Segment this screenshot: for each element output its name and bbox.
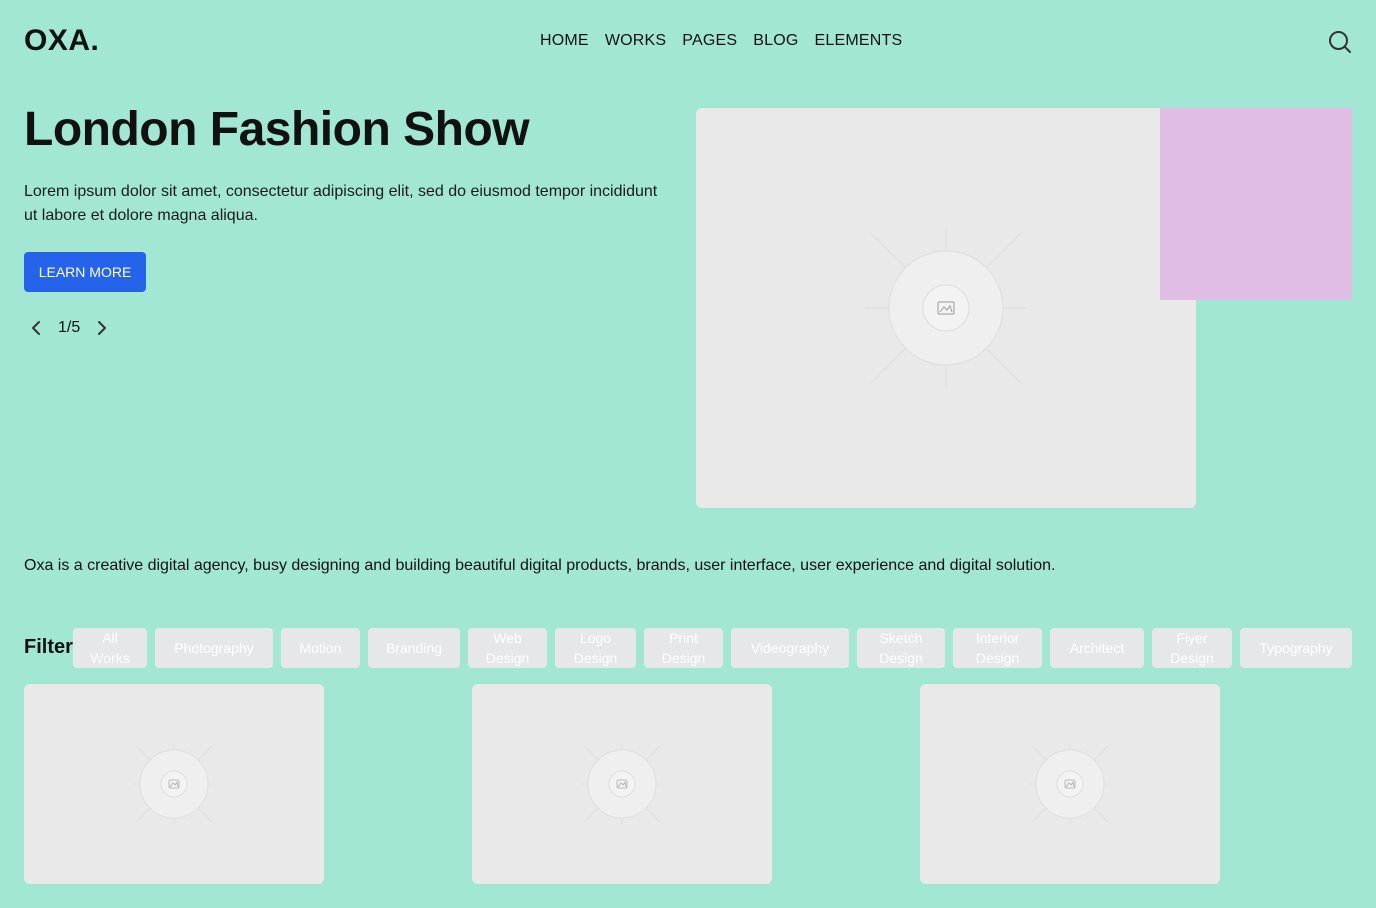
logo[interactable]: OXA. <box>24 24 99 58</box>
hero-description: Lorem ipsum dolor sit amet, consectetur … <box>24 183 658 224</box>
nav-pages[interactable]: PAGES <box>682 32 737 50</box>
site-header: OXA. HOME WORKS PAGES BLOG ELEMENTS <box>0 0 1376 84</box>
image-icon <box>866 228 1026 388</box>
filter-chip-all-works[interactable]: All Works <box>73 628 147 668</box>
hero-title: London Fashion Show <box>24 103 530 156</box>
nav-works[interactable]: WORKS <box>605 32 666 50</box>
slider-pager: 1/5 <box>24 316 114 340</box>
main-nav: HOME WORKS PAGES BLOG ELEMENTS <box>540 32 902 50</box>
hero-image-placeholder <box>696 108 1196 508</box>
filter-chip-motion[interactable]: Motion <box>281 628 360 668</box>
slide-counter: 1/5 <box>58 319 81 336</box>
nav-home[interactable]: HOME <box>540 32 589 50</box>
filter-chip-sketch-design[interactable]: Sketch Design <box>857 628 945 668</box>
filter-chip-interior-design[interactable]: Interior Design <box>953 628 1042 668</box>
chevron-left-icon[interactable] <box>24 316 48 340</box>
portfolio-card[interactable] <box>920 684 1220 884</box>
image-icon <box>582 744 662 824</box>
filter-chip-videography[interactable]: Videography <box>731 628 849 668</box>
filter-chip-architect[interactable]: Architect <box>1050 628 1144 668</box>
filter-chip-flyer-design[interactable]: Flyer Design <box>1152 628 1232 668</box>
image-icon <box>1030 744 1110 824</box>
nav-blog[interactable]: BLOG <box>753 32 798 50</box>
image-icon <box>134 744 214 824</box>
filter-chip-web-design[interactable]: Web Design <box>468 628 547 668</box>
agency-description: Oxa is a creative digital agency, busy d… <box>24 557 1056 574</box>
portfolio-card[interactable] <box>24 684 324 884</box>
portfolio-card[interactable] <box>472 684 772 884</box>
learn-more-button[interactable]: LEARN MORE <box>24 252 146 292</box>
filter-chip-branding[interactable]: Branding <box>368 628 460 668</box>
search-icon[interactable] <box>1327 29 1353 55</box>
filter-chip-typography[interactable]: Typography <box>1240 628 1352 668</box>
chevron-right-icon[interactable] <box>90 316 114 340</box>
filter-label: Filter <box>24 636 73 658</box>
accent-square <box>1160 108 1352 300</box>
nav-elements[interactable]: ELEMENTS <box>814 32 902 50</box>
filter-chip-print-design[interactable]: Print Design <box>644 628 723 668</box>
filter-chip-photography[interactable]: Photography <box>155 628 273 668</box>
filter-chip-logo-design[interactable]: Logo Design <box>555 628 636 668</box>
